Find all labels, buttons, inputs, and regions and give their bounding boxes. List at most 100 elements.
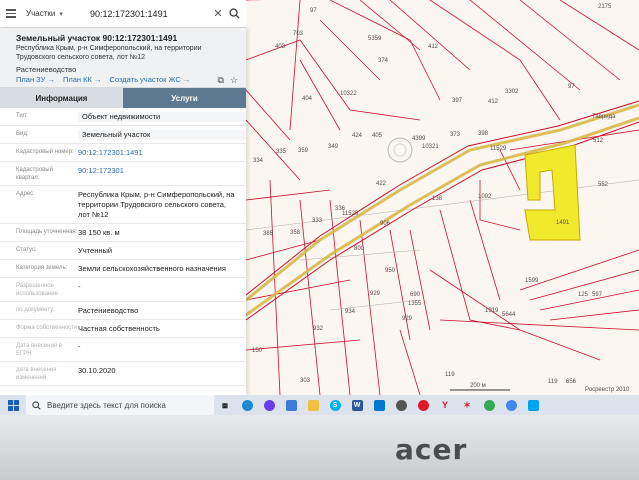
attribute-row: Вид: Земельный участок (0, 126, 246, 144)
laptop-bezel: acer (0, 415, 639, 480)
search-type-select[interactable]: Участки ▾ (22, 9, 80, 18)
attribute-row: Разрешенное использование - (0, 278, 246, 302)
taskbar-app-icon[interactable] (522, 395, 544, 415)
parcel-number-label: 424 (352, 133, 363, 139)
parcel-number-label: 119 (548, 379, 558, 385)
parcel-number-label: 11529 (490, 146, 507, 152)
attribute-row: Категория земель: Земли сельскохозяйствен… (0, 260, 246, 278)
chrome-alt-icon[interactable] (500, 395, 522, 415)
parcel-number-label: 374 (378, 58, 389, 64)
parcel-number-label: 932 (313, 326, 324, 332)
search-input[interactable] (90, 3, 210, 24)
attribute-value: - (78, 342, 81, 351)
plan-links: План ЗУ → План КК → Создать участок ЖС → (16, 75, 190, 84)
parcel-number-label: 125 (578, 292, 589, 298)
parcel-number-label: 3302 (505, 89, 519, 95)
attribute-value: Объект недвижимости (78, 112, 246, 122)
parcel-number-label: 934 (345, 309, 356, 315)
search-icon[interactable] (226, 6, 242, 22)
cortana-icon[interactable] (258, 395, 280, 415)
attribute-value: Учтенный (78, 246, 113, 255)
tab-info[interactable]: Информация (0, 88, 123, 108)
parcel-number-label: 1599 (525, 278, 539, 284)
chrome-icon[interactable] (478, 395, 500, 415)
parcel-number-label: 5644 (502, 312, 516, 318)
windows-start-button[interactable] (0, 395, 26, 415)
parcel-number-label: 1355 (408, 301, 422, 307)
parcel-number-label: 950 (385, 268, 396, 274)
attribute-row: дата внесения изменений 30.10.2020 (0, 362, 246, 386)
attribute-label: Форма собственности (16, 325, 78, 331)
plan-kk-link[interactable]: План КК → (63, 75, 102, 84)
parcel-number-label: 703 (293, 31, 304, 37)
parcel-number-label: 412 (488, 99, 499, 105)
parcel-number-label: 929 (402, 316, 413, 322)
screen: 97 703 403 5359 412 374 97 397 412 3302 404 10322 43… (0, 0, 639, 415)
attribute-value: Земельный участок (78, 130, 246, 140)
app-red-icon[interactable]: ✶ (456, 395, 478, 415)
opera-icon[interactable] (412, 395, 434, 415)
parcel-number-label: 373 (450, 132, 461, 138)
parcel-number-label: 10322 (340, 91, 357, 97)
store-icon[interactable] (280, 395, 302, 415)
word-icon[interactable]: W (346, 395, 368, 415)
header-icons: ⧉ ☆ (217, 75, 238, 86)
attribute-row: по документу: Растениеводство (0, 302, 246, 320)
parcel-number-label: 552 (598, 182, 609, 188)
parcel-number-label: 4399 (412, 136, 426, 142)
attribute-label: Дата внесения в ЕГРН (16, 343, 62, 357)
explorer-icon[interactable] (302, 395, 324, 415)
mail-icon[interactable] (368, 395, 390, 415)
attribute-label: Статус: (16, 247, 37, 253)
task-view-icon[interactable]: ⧈ (214, 395, 236, 415)
parcel-number-label: 97 (310, 8, 317, 14)
attribute-label: по документу: (16, 307, 55, 313)
attribute-value: 30.10.2020 (78, 366, 116, 375)
info-panel: Земельный участок 90:12:172301:1491 Респ… (0, 28, 246, 395)
favorite-star-icon[interactable]: ☆ (230, 75, 238, 86)
menu-icon[interactable] (0, 0, 22, 28)
plan-zu-link[interactable]: План ЗУ → (16, 75, 55, 84)
parcel-number-label: 1919 (485, 308, 499, 314)
edge-icon[interactable] (236, 395, 258, 415)
attribute-row: Тип: Объект недвижимости (0, 108, 246, 126)
skype-icon[interactable]: S (324, 395, 346, 415)
brand-logo: acer (395, 433, 468, 466)
parcel-number-label: 656 (566, 379, 577, 385)
parcel-number-label: 906 (380, 221, 391, 227)
parcel-number-label: 303 (300, 378, 311, 384)
zoom-to-icon[interactable]: ⧉ (217, 75, 223, 86)
attribute-row: Кадастровый квартал: 90:12:172301 (0, 162, 246, 186)
attribute-value[interactable]: 90:12:172301:1491 (78, 148, 246, 158)
attribute-value[interactable]: 90:12:172301 (78, 166, 246, 176)
parcel-number-label: 403 (275, 44, 286, 50)
close-icon[interactable]: ✕ (210, 6, 226, 22)
parcel-number-label: 1491 (556, 220, 570, 226)
attribute-value: 38 150 кв. м (78, 228, 120, 237)
parcel-number-label: 11529 (342, 211, 359, 217)
camera-icon[interactable] (390, 395, 412, 415)
attribute-value: Растениеводство (78, 306, 139, 315)
attribute-label: Разрешенное использование (16, 283, 58, 297)
parcel-number-label: 412 (428, 44, 439, 50)
attribute-list: Тип: Объект недвижимости Вид: Земельный уча… (0, 108, 246, 386)
taskbar: Введите здесь текст для поиска ⧈ S W Y ✶ (0, 395, 639, 415)
panel-header: Земельный участок 90:12:172301:1491 Респ… (0, 28, 246, 88)
parcel-number-label: 150 (252, 348, 263, 354)
road-name-label: Таврида (592, 114, 616, 120)
scale-label: 200 м (470, 383, 486, 389)
attribute-row: Кадастровый номер: 90:12:172301:1491 (0, 144, 246, 162)
taskbar-search-box[interactable]: Введите здесь текст для поиска (26, 395, 214, 415)
parcel-number-label: 385 (263, 231, 274, 237)
search-icon (32, 400, 41, 410)
tab-services[interactable]: Услуги (123, 88, 246, 108)
parcel-number-label: 397 (452, 98, 463, 104)
create-parcel-link[interactable]: Создать участок ЖС → (109, 75, 190, 84)
parcel-number-label: 5359 (368, 36, 382, 42)
parcel-number-label: 333 (312, 218, 323, 224)
parcel-number-label: 349 (328, 144, 339, 150)
attribute-label: Кадастровый номер: (16, 149, 74, 155)
parcel-number-label: 358 (290, 230, 301, 236)
yandex-icon[interactable]: Y (434, 395, 456, 415)
search-bar: Участки ▾ ✕ (0, 0, 246, 28)
